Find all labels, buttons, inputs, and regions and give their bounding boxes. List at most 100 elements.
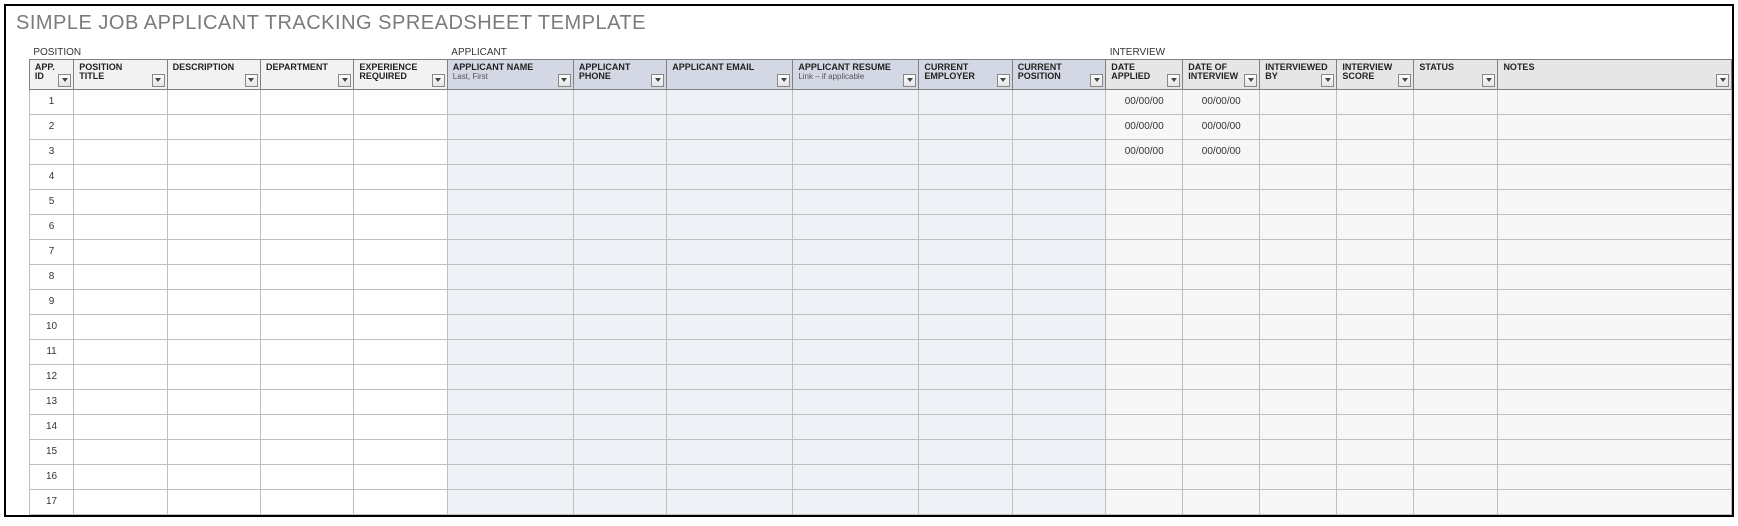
- cell-status[interactable]: [1414, 439, 1498, 464]
- cell-app-id[interactable]: 10: [29, 314, 73, 339]
- cell-interview-score[interactable]: [1337, 189, 1414, 214]
- cell-current-employer[interactable]: [919, 414, 1012, 439]
- cell-interviewed-by[interactable]: [1260, 239, 1337, 264]
- cell-date-interview[interactable]: 00/00/00: [1183, 114, 1260, 139]
- cell-experience-required[interactable]: [354, 239, 447, 264]
- cell-experience-required[interactable]: [354, 439, 447, 464]
- cell-position-title[interactable]: [74, 89, 167, 114]
- cell-applicant-email[interactable]: [667, 289, 793, 314]
- cell-applicant-phone[interactable]: [573, 339, 666, 364]
- cell-department[interactable]: [260, 264, 353, 289]
- cell-description[interactable]: [167, 264, 260, 289]
- cell-applicant-phone[interactable]: [573, 289, 666, 314]
- cell-notes[interactable]: [1498, 314, 1732, 339]
- cell-department[interactable]: [260, 364, 353, 389]
- cell-date-applied[interactable]: [1106, 314, 1183, 339]
- cell-status[interactable]: [1414, 214, 1498, 239]
- cell-notes[interactable]: [1498, 264, 1732, 289]
- cell-date-interview[interactable]: [1183, 289, 1260, 314]
- cell-applicant-resume[interactable]: [793, 439, 919, 464]
- cell-app-id[interactable]: 2: [29, 114, 73, 139]
- cell-interview-score[interactable]: [1337, 414, 1414, 439]
- filter-icon[interactable]: [651, 74, 664, 87]
- cell-date-applied[interactable]: 00/00/00: [1106, 114, 1183, 139]
- cell-current-position[interactable]: [1012, 489, 1105, 514]
- cell-department[interactable]: [260, 89, 353, 114]
- cell-interviewed-by[interactable]: [1260, 214, 1337, 239]
- cell-applicant-resume[interactable]: [793, 164, 919, 189]
- cell-notes[interactable]: [1498, 464, 1732, 489]
- cell-applicant-name[interactable]: [447, 164, 573, 189]
- cell-current-employer[interactable]: [919, 264, 1012, 289]
- cell-applicant-resume[interactable]: [793, 239, 919, 264]
- cell-applicant-resume[interactable]: [793, 364, 919, 389]
- cell-position-title[interactable]: [74, 464, 167, 489]
- cell-position-title[interactable]: [74, 214, 167, 239]
- cell-status[interactable]: [1414, 164, 1498, 189]
- cell-applicant-name[interactable]: [447, 189, 573, 214]
- cell-experience-required[interactable]: [354, 289, 447, 314]
- cell-notes[interactable]: [1498, 214, 1732, 239]
- cell-current-position[interactable]: [1012, 164, 1105, 189]
- cell-applicant-email[interactable]: [667, 139, 793, 164]
- cell-current-employer[interactable]: [919, 289, 1012, 314]
- cell-notes[interactable]: [1498, 189, 1732, 214]
- cell-description[interactable]: [167, 464, 260, 489]
- cell-status[interactable]: [1414, 289, 1498, 314]
- cell-experience-required[interactable]: [354, 464, 447, 489]
- cell-department[interactable]: [260, 114, 353, 139]
- cell-interview-score[interactable]: [1337, 439, 1414, 464]
- cell-applicant-phone[interactable]: [573, 114, 666, 139]
- cell-interviewed-by[interactable]: [1260, 114, 1337, 139]
- cell-applicant-name[interactable]: [447, 464, 573, 489]
- cell-applicant-phone[interactable]: [573, 389, 666, 414]
- cell-interviewed-by[interactable]: [1260, 164, 1337, 189]
- cell-description[interactable]: [167, 414, 260, 439]
- cell-applicant-resume[interactable]: [793, 189, 919, 214]
- cell-app-id[interactable]: 7: [29, 239, 73, 264]
- cell-current-position[interactable]: [1012, 189, 1105, 214]
- cell-applicant-name[interactable]: [447, 389, 573, 414]
- cell-interviewed-by[interactable]: [1260, 289, 1337, 314]
- cell-interview-score[interactable]: [1337, 239, 1414, 264]
- cell-applicant-resume[interactable]: [793, 114, 919, 139]
- cell-applicant-name[interactable]: [447, 264, 573, 289]
- col-notes[interactable]: NOTES: [1498, 59, 1732, 89]
- cell-status[interactable]: [1414, 414, 1498, 439]
- cell-applicant-name[interactable]: [447, 439, 573, 464]
- cell-app-id[interactable]: 13: [29, 389, 73, 414]
- cell-position-title[interactable]: [74, 314, 167, 339]
- cell-experience-required[interactable]: [354, 164, 447, 189]
- cell-department[interactable]: [260, 164, 353, 189]
- cell-applicant-phone[interactable]: [573, 489, 666, 514]
- cell-date-interview[interactable]: [1183, 164, 1260, 189]
- cell-current-employer[interactable]: [919, 339, 1012, 364]
- cell-applicant-email[interactable]: [667, 314, 793, 339]
- col-description[interactable]: DESCRIPTION: [167, 59, 260, 89]
- cell-current-position[interactable]: [1012, 214, 1105, 239]
- cell-date-interview[interactable]: [1183, 489, 1260, 514]
- cell-current-position[interactable]: [1012, 414, 1105, 439]
- cell-interview-score[interactable]: [1337, 364, 1414, 389]
- cell-date-applied[interactable]: [1106, 464, 1183, 489]
- cell-applicant-email[interactable]: [667, 89, 793, 114]
- cell-applicant-name[interactable]: [447, 314, 573, 339]
- filter-icon[interactable]: [1167, 74, 1180, 87]
- col-applicant-resume[interactable]: APPLICANT RESUMELink – if applicable: [793, 59, 919, 89]
- cell-department[interactable]: [260, 239, 353, 264]
- cell-app-id[interactable]: 11: [29, 339, 73, 364]
- cell-interview-score[interactable]: [1337, 489, 1414, 514]
- cell-experience-required[interactable]: [354, 214, 447, 239]
- cell-applicant-resume[interactable]: [793, 489, 919, 514]
- cell-interviewed-by[interactable]: [1260, 189, 1337, 214]
- cell-current-employer[interactable]: [919, 239, 1012, 264]
- cell-date-interview[interactable]: [1183, 264, 1260, 289]
- cell-current-position[interactable]: [1012, 264, 1105, 289]
- cell-current-employer[interactable]: [919, 164, 1012, 189]
- cell-description[interactable]: [167, 114, 260, 139]
- cell-status[interactable]: [1414, 239, 1498, 264]
- cell-notes[interactable]: [1498, 439, 1732, 464]
- cell-current-position[interactable]: [1012, 364, 1105, 389]
- cell-current-employer[interactable]: [919, 114, 1012, 139]
- cell-interview-score[interactable]: [1337, 214, 1414, 239]
